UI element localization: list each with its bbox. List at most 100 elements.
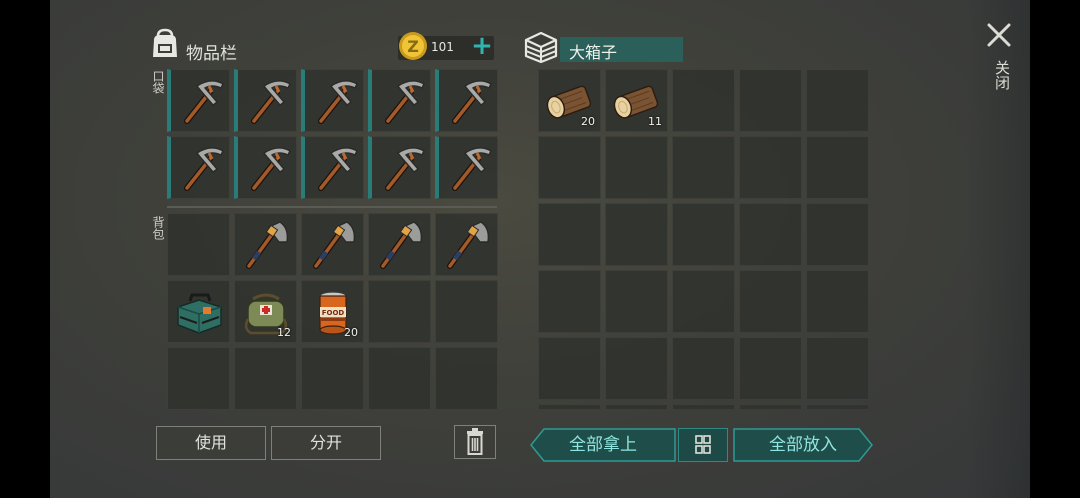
item-count: 20 [344, 326, 358, 339]
slot-axe[interactable] [368, 213, 431, 276]
slot-wood-log[interactable]: 11 [605, 69, 668, 132]
slot-pickaxe[interactable] [368, 69, 431, 132]
empty-slot[interactable] [806, 404, 868, 409]
coin-count: 101 [431, 40, 454, 54]
empty-slot[interactable] [538, 270, 601, 333]
empty-slot[interactable] [368, 280, 431, 343]
empty-slot[interactable] [806, 69, 868, 132]
pickaxe-icon [452, 147, 492, 191]
slot-wood-log[interactable]: 20 [538, 69, 601, 132]
close-label[interactable]: 关闭 [990, 60, 1011, 90]
empty-slot[interactable] [806, 337, 868, 400]
empty-slot[interactable] [538, 404, 601, 409]
slot-pickaxe[interactable] [435, 136, 498, 199]
slot-pickaxe[interactable] [368, 136, 431, 199]
item-count: 12 [277, 326, 291, 339]
pickaxe-icon [318, 80, 358, 124]
svg-text:FOOD: FOOD [322, 309, 345, 317]
sort-button[interactable] [678, 428, 728, 462]
empty-slot[interactable] [739, 270, 802, 333]
empty-slot[interactable] [301, 347, 364, 410]
pickaxe-icon [184, 147, 224, 191]
slot-axe[interactable] [301, 213, 364, 276]
empty-slot[interactable] [739, 337, 802, 400]
empty-slot[interactable] [605, 136, 668, 199]
slot-medkit-bag[interactable]: 12 [234, 280, 297, 343]
empty-slot[interactable] [435, 347, 498, 410]
slot-axe[interactable] [234, 213, 297, 276]
empty-slot[interactable] [538, 337, 601, 400]
empty-slot[interactable] [234, 347, 297, 410]
empty-slot[interactable] [167, 347, 230, 410]
pickaxe-icon [452, 80, 492, 124]
take-all-label: 全部拿上 [569, 435, 637, 455]
slot-axe[interactable] [435, 213, 498, 276]
axe-icon [447, 221, 490, 269]
empty-slot[interactable] [538, 203, 601, 266]
item-count: 20 [581, 115, 595, 128]
grid-sort-icon [695, 435, 711, 454]
empty-slot[interactable] [672, 404, 735, 409]
trash-icon [467, 428, 483, 455]
pickaxe-icon [318, 147, 358, 191]
empty-slot[interactable] [605, 337, 668, 400]
empty-slot[interactable] [806, 270, 868, 333]
axe-icon [380, 221, 423, 269]
empty-slot[interactable] [739, 203, 802, 266]
empty-slot[interactable] [538, 136, 601, 199]
pocket-label: 口袋 [151, 70, 165, 94]
slot-pickaxe[interactable] [234, 136, 297, 199]
empty-slot[interactable] [806, 136, 868, 199]
empty-slot[interactable] [739, 69, 802, 132]
backpack-label: 背包 [151, 216, 165, 240]
empty-slot[interactable] [435, 280, 498, 343]
chest-grid: 20 11 [538, 69, 868, 409]
item-count: 11 [648, 115, 662, 128]
backpack-icon [153, 28, 177, 57]
chest-title: 大箱子 [569, 43, 618, 62]
empty-slot[interactable] [806, 203, 868, 266]
put-all-label: 全部放入 [769, 435, 837, 455]
empty-slot[interactable] [605, 270, 668, 333]
slot-toolbox[interactable] [167, 280, 230, 343]
empty-slot[interactable] [672, 69, 735, 132]
empty-slot[interactable] [672, 203, 735, 266]
empty-slot[interactable] [672, 136, 735, 199]
pickaxe-icon [251, 80, 291, 124]
slot-pickaxe[interactable] [301, 136, 364, 199]
game-screen: 物品栏 Z 101 + 大箱子 关闭 口袋 背包 12 FOOD 20 20 11 使… [50, 0, 1030, 498]
empty-slot[interactable] [167, 213, 230, 276]
empty-slot[interactable] [368, 347, 431, 410]
slot-pickaxe[interactable] [167, 69, 230, 132]
use-button[interactable]: 使用 [156, 426, 266, 460]
take-all-button[interactable]: 全部拿上 [530, 428, 676, 462]
add-coins-button[interactable]: + [469, 33, 495, 61]
empty-slot[interactable] [739, 136, 802, 199]
slot-pickaxe[interactable] [167, 136, 230, 199]
coin-icon: Z [399, 32, 427, 60]
pickaxe-icon [385, 80, 425, 124]
toolbox-icon [177, 293, 222, 334]
empty-slot[interactable] [672, 270, 735, 333]
axe-icon [246, 221, 289, 269]
section-divider [167, 206, 497, 208]
pickaxe-icon [385, 147, 425, 191]
stacked-box-icon [524, 31, 558, 64]
empty-slot[interactable] [605, 404, 668, 409]
slot-pickaxe[interactable] [301, 69, 364, 132]
slot-pickaxe[interactable] [435, 69, 498, 132]
close-icon[interactable] [986, 22, 1012, 48]
put-all-button[interactable]: 全部放入 [733, 428, 873, 462]
backpack-grid: 12 FOOD 20 [167, 213, 498, 410]
slot-pickaxe[interactable] [234, 69, 297, 132]
split-button[interactable]: 分开 [271, 426, 381, 460]
empty-slot[interactable] [672, 337, 735, 400]
slot-food-can[interactable]: FOOD 20 [301, 280, 364, 343]
pickaxe-icon [184, 80, 224, 124]
empty-slot[interactable] [739, 404, 802, 409]
pocket-grid [167, 69, 498, 199]
svg-text:Z: Z [407, 37, 419, 56]
trash-button[interactable] [454, 425, 496, 459]
empty-slot[interactable] [605, 203, 668, 266]
pickaxe-icon [251, 147, 291, 191]
